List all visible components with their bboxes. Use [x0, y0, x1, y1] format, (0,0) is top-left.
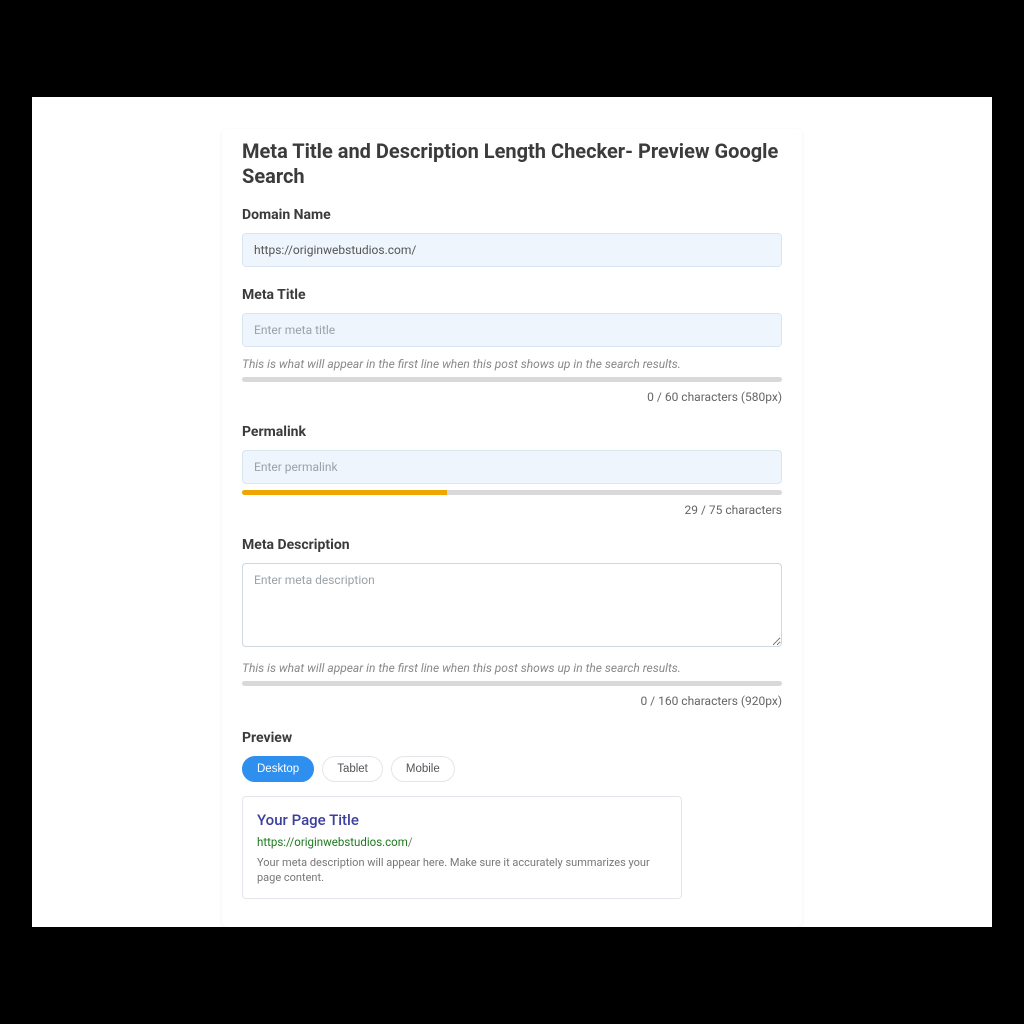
preview-url-domain: https://originwebstudios.com [257, 835, 408, 849]
page-container: Meta Title and Description Length Checke… [32, 97, 992, 927]
meta-title-label: Meta Title [242, 287, 782, 303]
permalink-progress [242, 490, 782, 495]
meta-title-input-wrap [242, 313, 782, 347]
meta-title-progress [242, 377, 782, 382]
meta-desc-input-wrap [242, 563, 782, 651]
preview-tabs: Desktop Tablet Mobile [242, 756, 782, 782]
preview-box: Your Page Title https://originwebstudios… [242, 796, 682, 899]
meta-desc-input[interactable] [242, 563, 782, 647]
preview-page-title: Your Page Title [257, 811, 667, 829]
meta-title-counter: 0 / 60 characters (580px) [242, 390, 782, 404]
domain-input-wrap [242, 233, 782, 267]
meta-desc-helper: This is what will appear in the first li… [242, 661, 782, 675]
preview-description: Your meta description will appear here. … [257, 855, 667, 886]
preview-url: https://originwebstudios.com/ [257, 835, 667, 849]
tab-mobile[interactable]: Mobile [391, 756, 455, 782]
page-title: Meta Title and Description Length Checke… [242, 139, 782, 189]
checker-card: Meta Title and Description Length Checke… [222, 129, 802, 927]
meta-desc-label: Meta Description [242, 537, 782, 553]
permalink-counter: 29 / 75 characters [242, 503, 782, 517]
tab-tablet[interactable]: Tablet [322, 756, 383, 782]
permalink-label: Permalink [242, 424, 782, 440]
domain-label: Domain Name [242, 207, 782, 223]
domain-input[interactable] [242, 233, 782, 267]
preview-url-path: / [408, 835, 413, 849]
meta-desc-counter: 0 / 160 characters (920px) [242, 694, 782, 708]
permalink-input[interactable] [242, 450, 782, 484]
tab-desktop[interactable]: Desktop [242, 756, 314, 782]
permalink-progress-fill [242, 490, 447, 495]
preview-label: Preview [242, 730, 782, 746]
meta-desc-progress [242, 681, 782, 686]
permalink-input-wrap [242, 450, 782, 484]
meta-title-input[interactable] [242, 313, 782, 347]
meta-title-helper: This is what will appear in the first li… [242, 357, 782, 371]
